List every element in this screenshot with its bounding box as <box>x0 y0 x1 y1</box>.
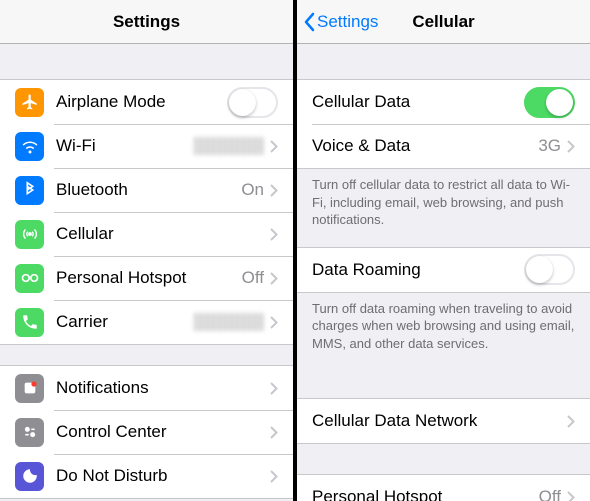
page-title: Cellular <box>412 12 474 32</box>
nav-bar: Settings <box>0 0 293 44</box>
chevron-right-icon <box>270 470 278 483</box>
cellular-icon <box>15 220 44 249</box>
chevron-right-icon <box>270 316 278 329</box>
row-label: Voice & Data <box>312 136 538 156</box>
row-label: Cellular Data Network <box>312 411 567 431</box>
controlcenter-icon <box>15 418 44 447</box>
settings-group-connectivity: Airplane Mode Wi-Fi Bluetooth On C <box>0 79 293 345</box>
footer-data-roaming: Turn off data roaming when traveling to … <box>297 293 590 361</box>
settings-group-system: Notifications Control Center Do Not Dist… <box>0 365 293 499</box>
back-label: Settings <box>317 12 378 32</box>
chevron-right-icon <box>270 272 278 285</box>
group-cdn: Cellular Data Network <box>297 398 590 444</box>
row-do-not-disturb[interactable]: Do Not Disturb <box>0 454 293 498</box>
wifi-icon <box>15 132 44 161</box>
row-carrier[interactable]: Carrier <box>0 300 293 344</box>
row-notifications[interactable]: Notifications <box>0 366 293 410</box>
row-personal-hotspot-right[interactable]: Personal Hotspot Off <box>297 475 590 501</box>
row-cellular-data[interactable]: Cellular Data <box>297 80 590 124</box>
back-button[interactable]: Settings <box>303 12 378 32</box>
row-cellular-data-network[interactable]: Cellular Data Network <box>297 399 590 443</box>
row-label: Carrier <box>56 312 194 332</box>
row-label: Data Roaming <box>312 260 524 280</box>
cellular-pane: Settings Cellular Cellular Data Voice & … <box>297 0 590 501</box>
chevron-left-icon <box>303 12 315 32</box>
cellular-data-switch[interactable] <box>524 87 575 118</box>
carrier-icon <box>15 308 44 337</box>
chevron-right-icon <box>567 491 575 501</box>
group-data-roaming: Data Roaming <box>297 247 590 293</box>
chevron-right-icon <box>270 426 278 439</box>
data-roaming-switch[interactable] <box>524 254 575 285</box>
row-label: Personal Hotspot <box>56 268 242 288</box>
group-hotspot: Personal Hotspot Off <box>297 474 590 501</box>
row-wifi[interactable]: Wi-Fi <box>0 124 293 168</box>
row-control-center[interactable]: Control Center <box>0 410 293 454</box>
dnd-icon <box>15 462 44 491</box>
nav-bar: Settings Cellular <box>297 0 590 44</box>
row-value: On <box>241 180 264 200</box>
notifications-icon <box>15 374 44 403</box>
row-label: Personal Hotspot <box>312 487 539 501</box>
hotspot-icon <box>15 264 44 293</box>
chevron-right-icon <box>270 184 278 197</box>
row-personal-hotspot[interactable]: Personal Hotspot Off <box>0 256 293 300</box>
row-label: Bluetooth <box>56 180 241 200</box>
footer-cellular-data: Turn off cellular data to restrict all d… <box>297 169 590 237</box>
row-bluetooth[interactable]: Bluetooth On <box>0 168 293 212</box>
row-cellular[interactable]: Cellular <box>0 212 293 256</box>
row-label: Notifications <box>56 378 270 398</box>
row-value: Off <box>242 268 264 288</box>
chevron-right-icon <box>567 140 575 153</box>
row-label: Cellular <box>56 224 270 244</box>
chevron-right-icon <box>567 415 575 428</box>
chevron-right-icon <box>270 382 278 395</box>
page-title: Settings <box>113 12 180 32</box>
row-airplane-mode[interactable]: Airplane Mode <box>0 80 293 124</box>
carrier-value-redacted <box>194 313 264 331</box>
row-label: Airplane Mode <box>56 92 227 112</box>
bluetooth-icon <box>15 176 44 205</box>
row-voice-and-data[interactable]: Voice & Data 3G <box>297 124 590 168</box>
group-cellular-main: Cellular Data Voice & Data 3G <box>297 79 590 169</box>
airplane-icon <box>15 88 44 117</box>
wifi-value-redacted <box>194 137 264 155</box>
row-label: Cellular Data <box>312 92 524 112</box>
row-label: Wi-Fi <box>56 136 194 156</box>
airplane-switch[interactable] <box>227 87 278 118</box>
row-value: 3G <box>538 136 561 156</box>
chevron-right-icon <box>270 228 278 241</box>
chevron-right-icon <box>270 140 278 153</box>
row-value: Off <box>539 487 561 501</box>
row-label: Control Center <box>56 422 270 442</box>
settings-pane: Settings Airplane Mode Wi-Fi Bluetooth <box>0 0 293 501</box>
row-data-roaming[interactable]: Data Roaming <box>297 248 590 292</box>
row-label: Do Not Disturb <box>56 466 270 486</box>
